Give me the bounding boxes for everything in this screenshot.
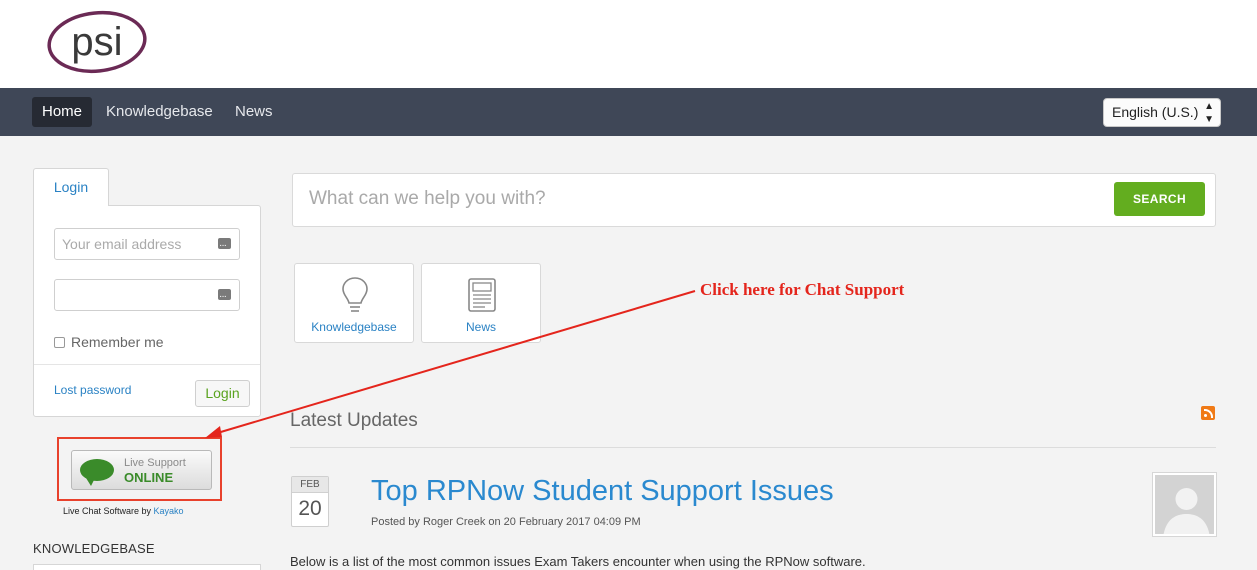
latest-updates-heading: Latest Updates [290,410,418,431]
live-support-status: ONLINE [124,470,174,485]
live-chat-credit: Live Chat Software by Kayako [63,506,184,516]
tile-label: Knowledgebase [311,320,397,334]
password-manager-icon[interactable] [218,231,231,261]
article-title-link[interactable]: Top RPNow Student Support Issues [371,475,834,508]
remember-me-label: Remember me [71,334,164,350]
rss-icon[interactable] [1201,406,1215,420]
tile-knowledgebase[interactable]: Knowledgebase [294,263,414,343]
nav-home[interactable]: Home [32,97,93,127]
kayako-link[interactable]: Kayako [154,506,184,516]
live-support-highlight: Live Support ONLINE [57,437,222,501]
language-value: English (U.S.) [1112,104,1199,120]
login-panel: Your email address Remember me Lost pass… [33,205,261,417]
svg-text:psi: psi [71,20,122,64]
newspaper-icon [468,278,496,312]
panel-divider [34,364,260,365]
date-badge: FEB 20 [291,476,329,527]
search-bar: What can we help you with? SEARCH [292,173,1216,227]
avatar [1152,472,1217,537]
live-support-label: Live Support [124,457,186,469]
checkbox-icon[interactable] [54,337,65,348]
knowledgebase-box [33,564,261,570]
search-button[interactable]: SEARCH [1114,182,1205,216]
tile-label: News [465,320,496,334]
login-button[interactable]: Login [195,380,250,407]
live-support-button[interactable]: Live Support ONLINE [71,450,212,490]
remember-me-checkbox[interactable]: Remember me [54,334,164,350]
language-select[interactable]: English (U.S.) ▲ ▼ [1103,98,1221,127]
lost-password-link[interactable]: Lost password [54,383,131,397]
search-input[interactable]: What can we help you with? [309,188,546,210]
chat-bubble-icon [80,459,114,486]
chat-support-annotation: Click here for Chat Support [700,280,905,299]
section-divider [290,447,1216,448]
article-excerpt: Below is a list of the most common issue… [290,554,866,569]
date-day: 20 [298,497,322,520]
nav-knowledgebase[interactable]: Knowledgebase [96,97,223,127]
email-placeholder: Your email address [62,236,182,252]
date-month: FEB [292,477,328,493]
email-field[interactable]: Your email address [54,228,240,261]
lightbulb-icon [342,277,368,312]
select-arrows-icon: ▲ ▼ [1204,101,1214,125]
password-field[interactable] [54,279,240,312]
password-manager-icon[interactable] [218,282,231,312]
nav-news[interactable]: News [225,97,283,127]
article-meta: Posted by Roger Creek on 20 February 201… [371,516,641,528]
login-tab[interactable]: Login [33,168,109,206]
knowledgebase-heading: KNOWLEDGEBASE [33,541,155,556]
user-silhouette-icon [1163,488,1210,534]
main-navbar: Home Knowledgebase News English (U.S.) ▲… [0,88,1257,136]
psi-logo[interactable]: psi [44,8,150,76]
tile-news[interactable]: News [421,263,541,343]
credit-text: Live Chat Software by [63,506,154,516]
site-header: psi [0,0,1257,88]
